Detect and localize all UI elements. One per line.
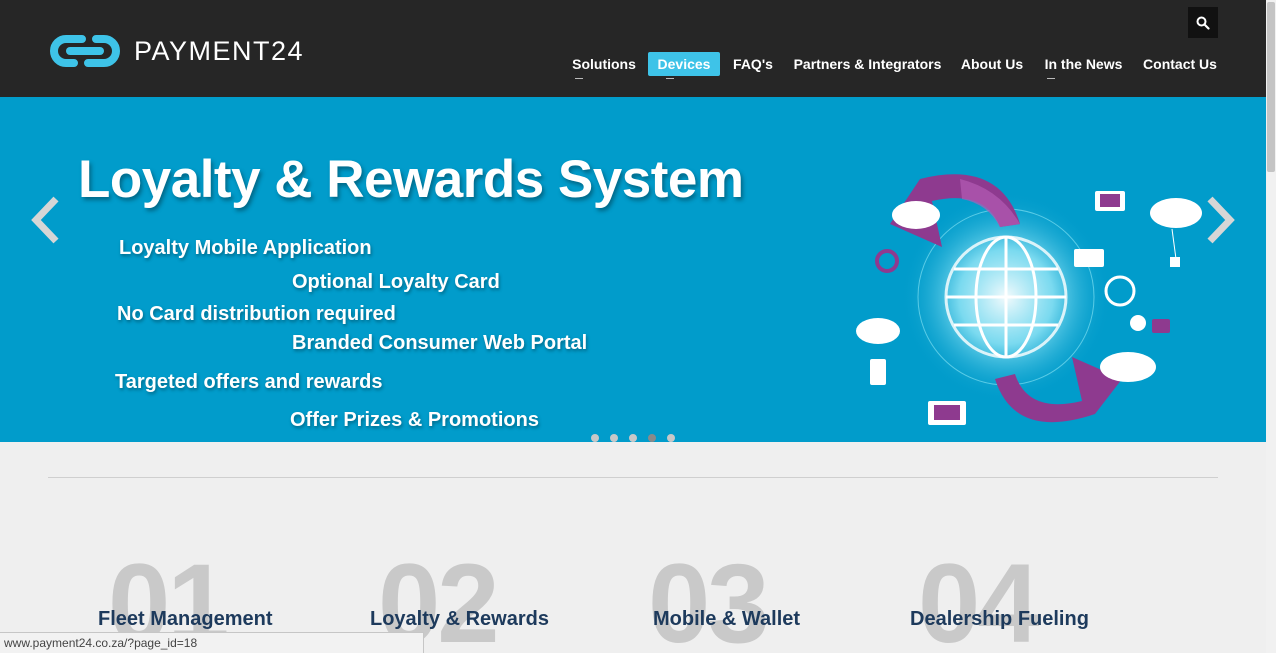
hero-slider: Loyalty & Rewards System Loyalty Mobile … [0, 97, 1266, 442]
logo[interactable]: PAYMENT24 [48, 30, 304, 72]
slider-dot[interactable] [667, 434, 675, 442]
nav-item-contact-us[interactable]: Contact Us [1140, 52, 1220, 76]
feature-mobile-wallet[interactable]: 03 Mobile & Wallet [648, 548, 893, 653]
section-divider [48, 477, 1218, 478]
infinity-link-icon [50, 35, 120, 67]
nav-item-partners-integrators[interactable]: Partners & Integrators [792, 52, 943, 76]
slide-line: Branded Consumer Web Portal [292, 332, 588, 354]
slide-line: Offer Prizes & Promotions [290, 409, 539, 431]
search-button[interactable] [1188, 7, 1218, 38]
search-icon [1196, 16, 1210, 30]
prev-slide-arrow-icon[interactable] [28, 195, 64, 245]
browser-status-bar: www.payment24.co.za/?page_id=18 [0, 632, 424, 653]
feature-title[interactable]: Loyalty & Rewards [370, 608, 549, 631]
slide-line: Loyalty Mobile Application [119, 237, 372, 259]
slider-dot[interactable] [591, 434, 599, 442]
vertical-scrollbar[interactable] [1266, 0, 1276, 653]
slider-pagination [591, 434, 675, 442]
feature-dealership-fueling[interactable]: 04 Dealership Fueling [910, 548, 1150, 653]
nav-item-solutions[interactable]: Solutions [569, 52, 639, 79]
feature-title[interactable]: Fleet Management [98, 608, 272, 631]
slider-dot-active[interactable] [648, 434, 656, 442]
slider-dot[interactable] [629, 434, 637, 442]
global-network-illustration [856, 174, 1202, 425]
feature-title[interactable]: Dealership Fueling [910, 608, 1089, 631]
slide-title: Loyalty & Rewards System [78, 150, 744, 209]
feature-number: 04 [918, 541, 1040, 653]
feature-title[interactable]: Mobile & Wallet [653, 608, 800, 631]
nav-item-devices[interactable]: Devices [648, 52, 720, 79]
slider-dot[interactable] [610, 434, 618, 442]
slide-line: Optional Loyalty Card [292, 271, 500, 293]
feature-number: 03 [648, 541, 770, 653]
nav-item-in-the-news[interactable]: In the News [1041, 52, 1126, 79]
brand-name: PAYMENT24 [134, 35, 305, 66]
slide-line: Targeted offers and rewards [115, 371, 383, 393]
nav-item-faqs[interactable]: FAQ's [728, 52, 778, 76]
slide-line: No Card distribution required [117, 303, 396, 325]
site-header: PAYMENT24 Solutions Devices FAQ's Partne… [0, 0, 1266, 97]
scrollbar-thumb[interactable] [1267, 2, 1275, 172]
nav-item-about-us[interactable]: About Us [957, 52, 1027, 76]
